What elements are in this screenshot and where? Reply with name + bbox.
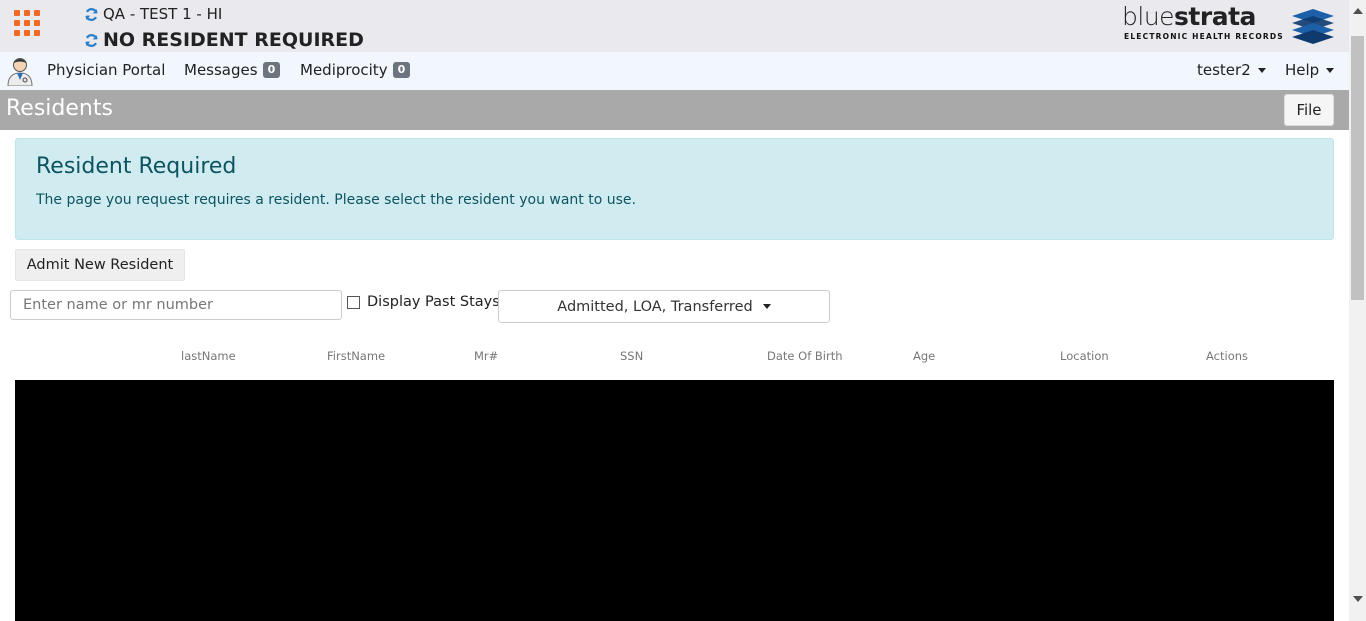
messages-count-badge: 0 (262, 62, 281, 78)
resident-search-input[interactable] (10, 290, 342, 320)
page-titlebar: Residents File (0, 90, 1349, 130)
column-header-age[interactable]: Age (913, 349, 935, 363)
past-stays-checkbox[interactable] (347, 295, 360, 309)
refresh-icon[interactable] (84, 7, 99, 22)
past-stays-label: Display Past Stays (367, 294, 500, 310)
display-past-stays[interactable]: Display Past Stays (347, 294, 500, 310)
resident-required-alert: Resident Required The page you request r… (15, 138, 1334, 240)
current-resident[interactable]: NO RESIDENT REQUIRED (84, 29, 364, 51)
column-header-location[interactable]: Location (1060, 349, 1109, 363)
caret-down-icon (1326, 67, 1335, 73)
layers-icon (1292, 9, 1334, 44)
resident-name-text: NO RESIDENT REQUIRED (103, 29, 364, 51)
alert-message: The page you request requires a resident… (36, 192, 636, 208)
nav-messages[interactable]: Messages 0 (184, 61, 281, 79)
logo-wordmark: bluestrata (1122, 2, 1256, 31)
scroll-down-icon[interactable] (1353, 596, 1363, 602)
scroll-up-icon[interactable] (1353, 8, 1363, 14)
admit-new-resident-button[interactable]: Admit New Resident (15, 249, 185, 281)
column-header-dob[interactable]: Date Of Birth (767, 349, 843, 363)
column-header-firstname[interactable]: FirstName (327, 349, 385, 363)
top-header: QA - TEST 1 - HI NO RESIDENT REQUIRED bl… (0, 0, 1349, 52)
caret-down-icon (1257, 67, 1266, 73)
alert-title: Resident Required (36, 154, 237, 179)
page-scrollbar[interactable] (1349, 0, 1366, 621)
scroll-thumb[interactable] (1351, 36, 1364, 300)
help-menu[interactable]: Help (1285, 61, 1335, 79)
physician-avatar-icon (7, 58, 33, 86)
mediprocity-count-badge: 0 (392, 62, 411, 78)
main-navbar: Physician Portal Messages 0 Mediprocity … (0, 52, 1349, 90)
column-header-mr[interactable]: Mr# (474, 349, 498, 363)
page-title: Residents (6, 96, 113, 121)
bluestrata-logo: bluestrata ELECTRONIC HEALTH RECORDS (1122, 2, 1336, 44)
nav-physician-portal[interactable]: Physician Portal (47, 61, 165, 79)
facility-name: QA - TEST 1 - HI (103, 5, 223, 23)
status-filter-value: Admitted, LOA, Transferred (557, 298, 753, 315)
facility-selector[interactable]: QA - TEST 1 - HI (84, 5, 222, 23)
column-header-ssn[interactable]: SSN (620, 349, 643, 363)
status-filter-dropdown[interactable]: Admitted, LOA, Transferred (498, 290, 830, 323)
logo-tagline: ELECTRONIC HEALTH RECORDS (1124, 32, 1284, 41)
caret-down-icon (762, 304, 771, 309)
user-menu[interactable]: tester2 (1197, 61, 1266, 79)
nav-mediprocity[interactable]: Mediprocity 0 (300, 61, 411, 79)
resident-table-body (15, 380, 1334, 621)
refresh-icon[interactable] (84, 33, 99, 48)
column-header-actions: Actions (1206, 349, 1249, 363)
column-header-lastname[interactable]: lastName (181, 349, 236, 363)
apps-grid-icon[interactable] (14, 10, 40, 36)
file-button[interactable]: File (1284, 94, 1334, 126)
